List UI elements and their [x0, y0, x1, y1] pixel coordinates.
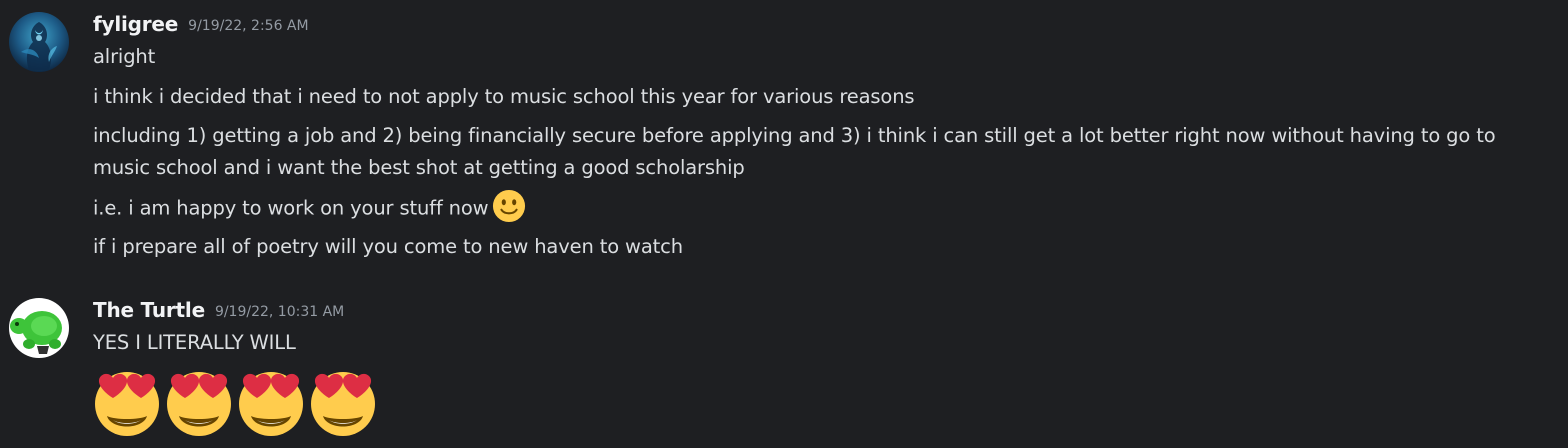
message-line: YES I LITERALLY WILL [93, 331, 296, 354]
heart-eyes-icon[interactable] [91, 366, 163, 438]
username[interactable]: The Turtle [93, 298, 205, 322]
message-line: i think i decided that i need to not app… [93, 85, 915, 108]
message-line: including 1) getting a job and 2) being … [93, 124, 1496, 179]
fyligree-avatar-icon [9, 12, 69, 72]
emoji-row [91, 366, 379, 440]
message-header: The Turtle 9/19/22, 10:31 AM [93, 298, 344, 322]
heart-eyes-icon[interactable] [163, 366, 235, 438]
message-timestamp[interactable]: 9/19/22, 2:56 AM [188, 18, 308, 34]
heart-eyes-icon[interactable] [235, 366, 307, 438]
message-line: if i prepare all of poetry will you come… [93, 235, 683, 258]
message-line: alright [93, 45, 156, 68]
user-avatar[interactable] [9, 12, 69, 72]
heart-eyes-icon[interactable] [307, 366, 379, 438]
message-timestamp[interactable]: 9/19/22, 10:31 AM [215, 304, 344, 320]
message-header: fyligree 9/19/22, 2:56 AM [93, 12, 309, 36]
message-line-with-emoji: i.e. i am happy to work on your stuff no… [93, 189, 1548, 226]
user-avatar[interactable] [9, 298, 69, 358]
turtle-avatar-icon [9, 298, 69, 358]
slightly-smiling-face-icon[interactable] [492, 189, 526, 223]
message-text: i.e. i am happy to work on your stuff no… [93, 196, 489, 220]
username[interactable]: fyligree [93, 12, 178, 36]
